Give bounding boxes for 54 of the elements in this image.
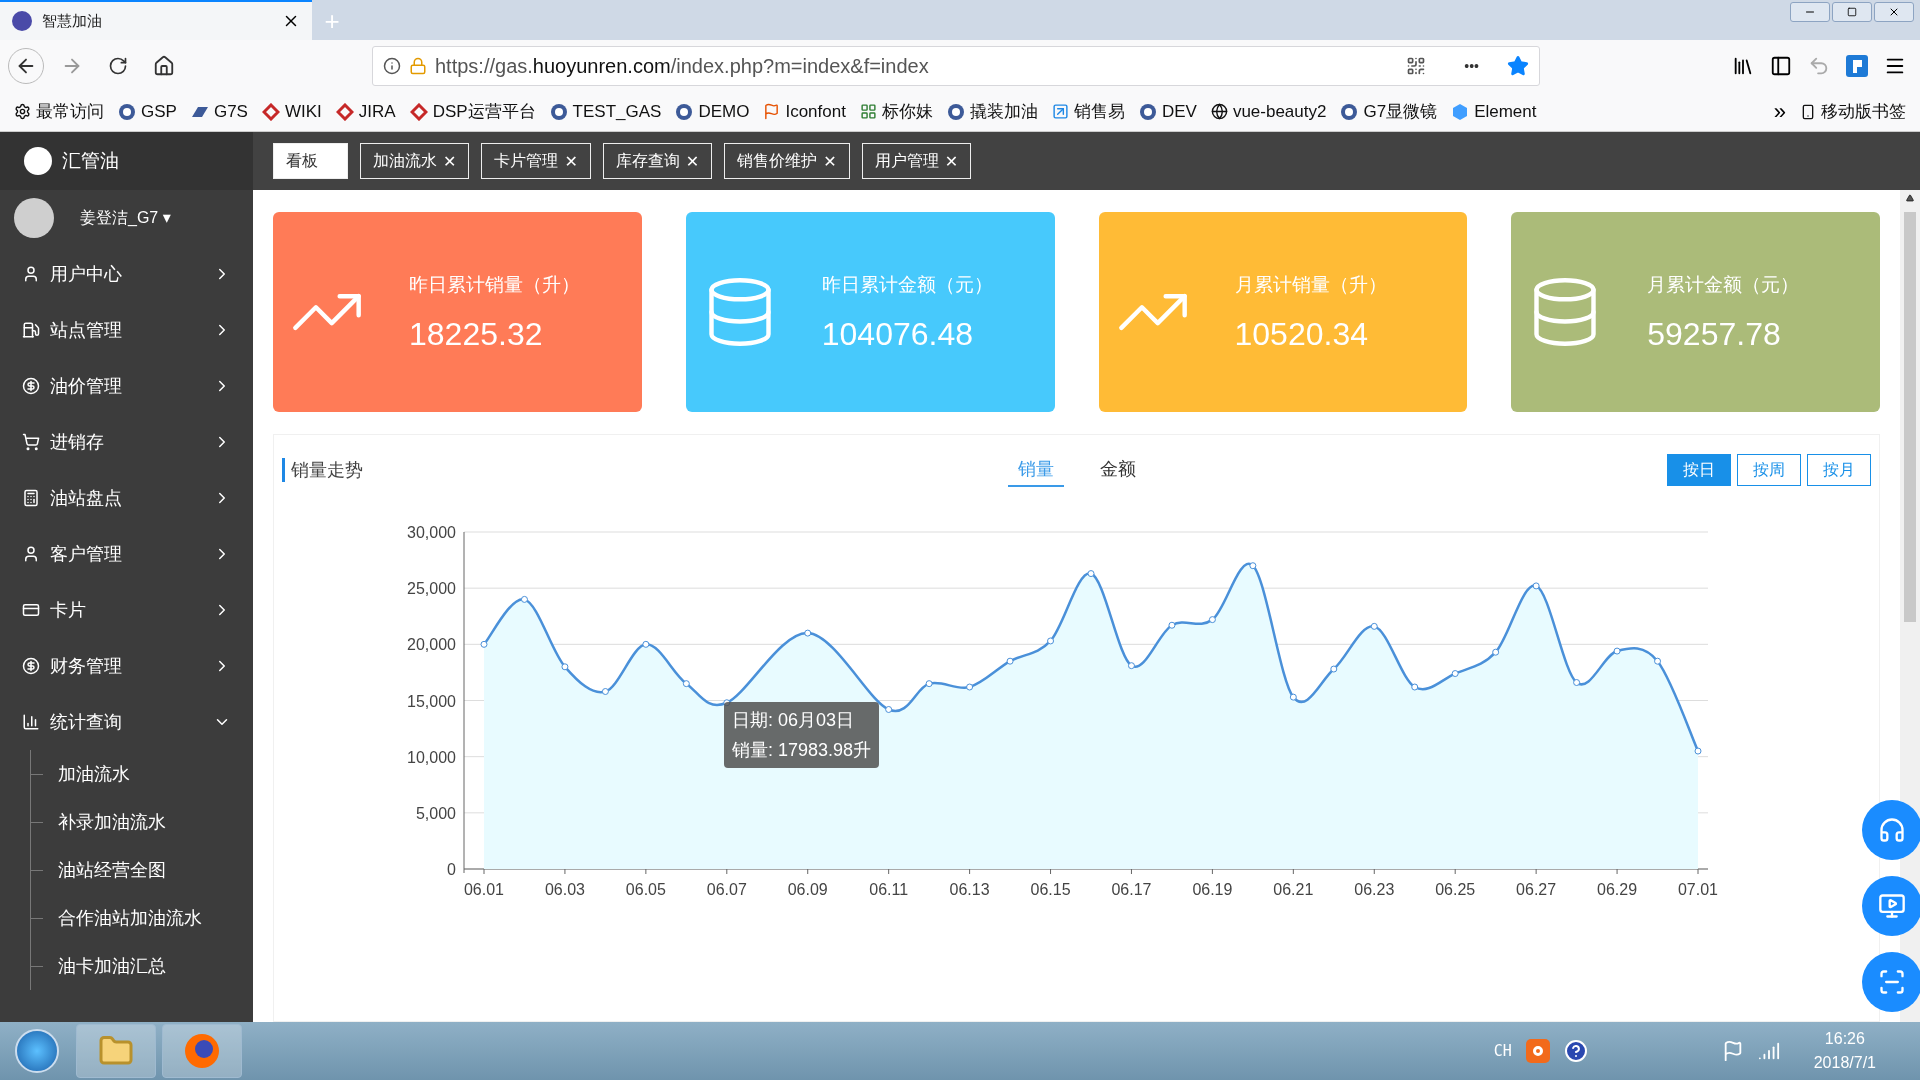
- axis-label: 06.13: [949, 881, 990, 898]
- axis-label: 06.09: [787, 881, 828, 898]
- url-text: https://gas.huoyunren.com/index.php?m=index&f=index: [435, 54, 930, 78]
- panel-title: 销量走势: [282, 458, 363, 482]
- axis-label: 06.25: [1435, 881, 1476, 898]
- card-value: 10520.34: [1234, 315, 1369, 353]
- bookmark-label: DEMO: [698, 101, 750, 122]
- bookmark-label: GSP: [141, 101, 177, 122]
- bookmark-label: Iconfont: [785, 101, 846, 122]
- axis-label: 06.07: [706, 881, 747, 898]
- axis-label: 06.15: [1030, 881, 1071, 898]
- axis-label: 06.19: [1192, 881, 1233, 898]
- tooltip-text: 销量: 17983.98升: [732, 739, 872, 762]
- bookmark-label: WIKI: [284, 101, 322, 122]
- app-logo: 汇管油: [62, 149, 119, 173]
- axis-label: 0: [447, 861, 456, 878]
- axis-label: 06.17: [1111, 881, 1152, 898]
- axis-label: 10,000: [407, 748, 456, 766]
- card-title: 月累计金额（元）: [1647, 272, 1800, 297]
- bookmark-label: Element: [1474, 101, 1537, 122]
- bookmark-label: JIRA: [358, 101, 396, 122]
- axis-label: 15,000: [407, 692, 456, 710]
- bookmark-label: 撬装加油: [969, 101, 1038, 123]
- bookmark-label: DSP运营平台: [432, 101, 536, 123]
- axis-label: 06.03: [544, 881, 585, 898]
- card-title: 昨日累计销量（升）: [409, 272, 580, 297]
- card-title: 月累计销量（升）: [1234, 272, 1387, 297]
- axis-label: 20,000: [407, 636, 456, 654]
- card-value: 18225.32: [409, 315, 544, 353]
- bookmark-label: 最常访问: [36, 101, 104, 123]
- bookmark-label: G7显微镜: [1363, 101, 1438, 123]
- bookmark-label: vue-beauty2: [1232, 101, 1327, 122]
- bookmark-label: 销售易: [1073, 101, 1125, 123]
- axis-label: 25,000: [407, 580, 456, 598]
- axis-label: 06.29: [1597, 881, 1638, 898]
- tab-title: 智慧加油: [42, 11, 103, 31]
- card-value: 104076.48: [821, 315, 974, 353]
- bookmark-label: 标你妹: [881, 101, 933, 123]
- axis-label: 07.01: [1678, 881, 1718, 898]
- bookmark-label: TEST_GAS: [572, 101, 662, 122]
- axis-label: 06.05: [625, 881, 666, 898]
- axis-label: 5,000: [415, 804, 456, 822]
- bookmark-label: 移动版书签: [1821, 101, 1906, 123]
- card-title: 昨日累计金额（元）: [821, 272, 993, 297]
- tooltip-text: 日期: 06月03日: [732, 709, 856, 732]
- axis-label: 06.11: [869, 881, 909, 898]
- axis-label: 06.27: [1516, 881, 1557, 898]
- card-value: 59257.78: [1647, 315, 1782, 353]
- axis-label: 06.23: [1354, 881, 1395, 898]
- axis-label: 06.01: [464, 881, 504, 898]
- bookmark-label: DEV: [1161, 101, 1197, 122]
- axis-label: 30,000: [407, 524, 456, 541]
- bookmark-label: G7S: [213, 101, 248, 122]
- axis-label: 06.21: [1273, 881, 1314, 898]
